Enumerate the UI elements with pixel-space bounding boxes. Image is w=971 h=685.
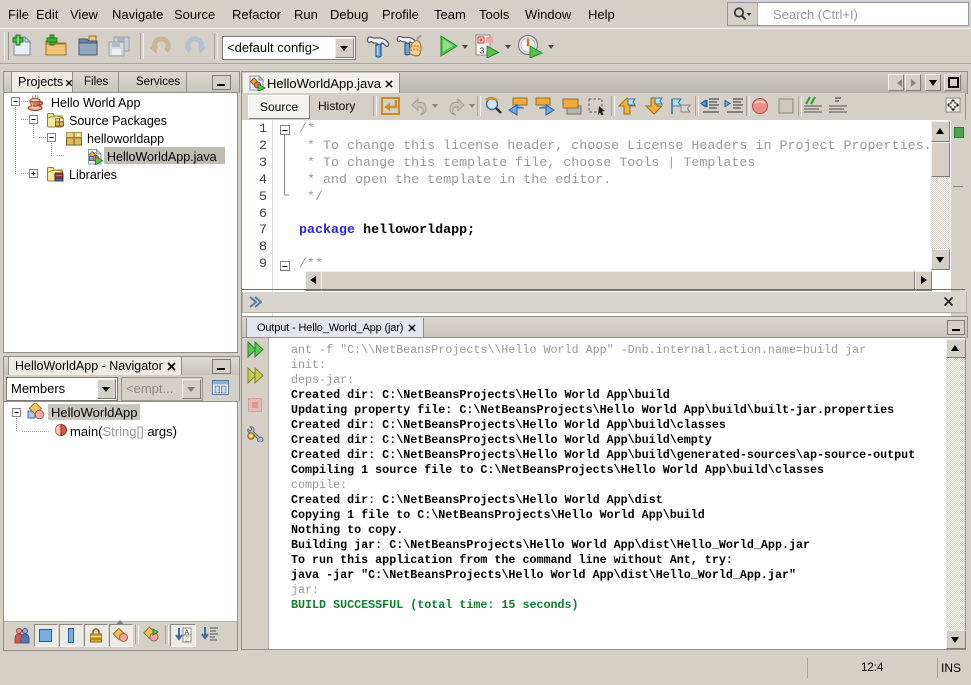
svg-text:Z: Z: [185, 637, 190, 644]
svg-text:3: 3: [480, 46, 485, 56]
